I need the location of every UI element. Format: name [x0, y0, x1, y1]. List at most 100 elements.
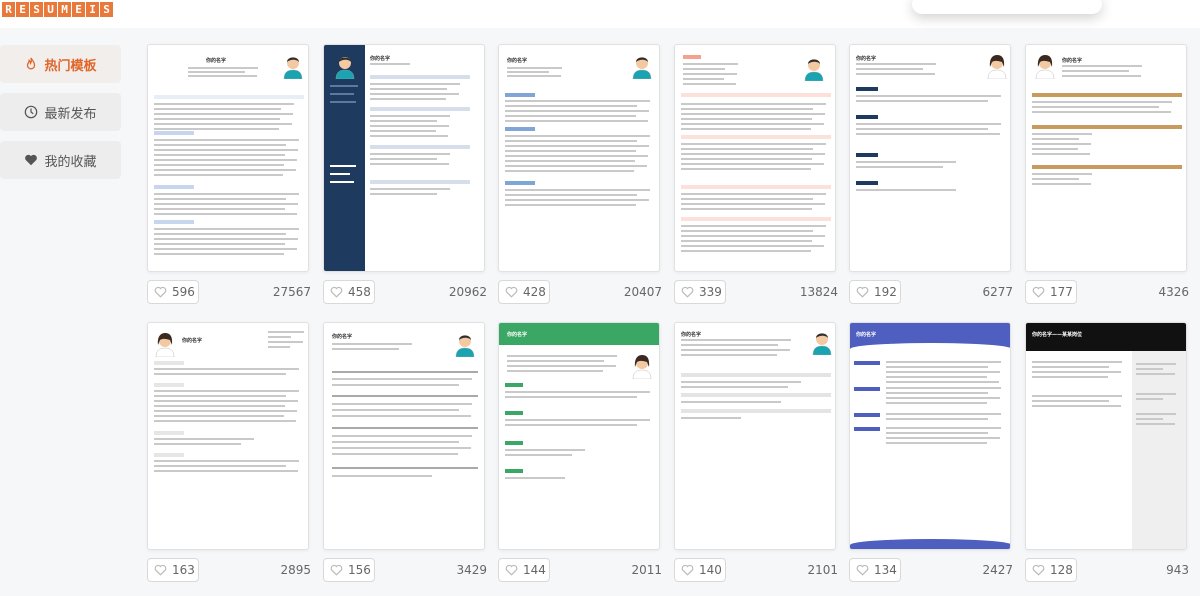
text-line — [507, 71, 549, 73]
text-line — [1032, 153, 1090, 155]
view-count: 2427 — [982, 563, 1013, 577]
template-thumbnail[interactable] — [674, 44, 836, 272]
text-line — [154, 368, 299, 370]
template-thumbnail[interactable]: 你的名字 — [147, 44, 309, 272]
text-line — [1136, 373, 1175, 375]
template-thumbnail[interactable]: 你的名字 — [147, 322, 309, 550]
section-header — [681, 135, 831, 139]
text-line — [681, 103, 826, 105]
text-line — [154, 420, 296, 422]
section-header — [370, 107, 470, 111]
sidebar-item-latest[interactable]: 最新发布 — [0, 93, 121, 131]
text-line — [1136, 363, 1176, 365]
template-thumbnail[interactable]: 你的名字 — [849, 44, 1011, 272]
text-line — [856, 123, 1001, 125]
avatar — [335, 57, 355, 79]
text-line — [505, 155, 648, 157]
like-button[interactable]: 177 — [1025, 280, 1077, 304]
sidebar-item-favorites[interactable]: 我的收藏 — [0, 141, 121, 179]
text-line — [154, 149, 298, 151]
section-header — [505, 441, 523, 445]
text-line — [370, 88, 447, 90]
text-line — [332, 475, 432, 477]
text-line — [505, 140, 637, 142]
like-button[interactable]: 144 — [498, 558, 550, 582]
section-header — [856, 87, 878, 91]
section-header — [854, 427, 880, 431]
text-line — [154, 128, 279, 130]
like-button[interactable]: 428 — [498, 280, 550, 304]
template-title: 你的名字 — [681, 332, 702, 338]
search-box[interactable] — [912, 0, 1102, 14]
like-button[interactable]: 339 — [674, 280, 726, 304]
text-line — [268, 336, 291, 338]
divider — [332, 467, 478, 469]
text-line — [370, 193, 437, 195]
section-header — [154, 131, 194, 135]
like-button[interactable]: 134 — [849, 558, 901, 582]
text-line — [681, 203, 825, 205]
template-thumbnail[interactable]: 你的名字 — [498, 44, 660, 272]
sidebar-item-hot-templates[interactable]: 热门模板 — [0, 45, 121, 83]
text-line — [886, 397, 1000, 399]
text-line — [505, 419, 650, 421]
text-line — [683, 73, 737, 75]
text-line — [370, 83, 460, 85]
section-header — [1032, 165, 1182, 169]
like-button[interactable]: 156 — [323, 558, 375, 582]
template-card: 339 13824 — [674, 44, 838, 304]
heart-outline-icon — [154, 564, 167, 576]
text-line — [683, 68, 725, 70]
text-line — [681, 168, 811, 170]
site-logo[interactable]: R E S U M E I S — [2, 2, 114, 18]
text-line — [681, 193, 826, 195]
template-thumbnail[interactable]: 你的名字——某某岗位 — [1025, 322, 1187, 550]
text-line — [154, 400, 298, 402]
like-button[interactable]: 192 — [849, 280, 901, 304]
text-line — [681, 349, 790, 351]
text-line — [1032, 133, 1092, 135]
text-line — [154, 238, 298, 240]
text-line — [505, 424, 637, 426]
avatar — [1035, 55, 1055, 79]
text-line — [681, 118, 812, 120]
text-line — [154, 390, 299, 392]
template-thumbnail[interactable]: 你的名字 — [849, 322, 1011, 550]
text-line — [886, 376, 987, 378]
like-count: 428 — [523, 285, 546, 299]
text-line — [154, 154, 285, 156]
text-line — [507, 67, 562, 69]
like-button[interactable]: 596 — [147, 280, 199, 304]
text-line — [370, 98, 446, 100]
text-line — [330, 85, 358, 87]
text-line — [188, 75, 257, 77]
like-button[interactable]: 458 — [323, 280, 375, 304]
text-line — [507, 365, 616, 367]
template-thumbnail[interactable]: 你的名字 — [323, 44, 485, 272]
text-line — [856, 73, 935, 75]
text-line — [681, 230, 813, 232]
section-header — [505, 411, 523, 415]
text-line — [332, 447, 471, 449]
like-button[interactable]: 163 — [147, 558, 199, 582]
text-line — [332, 435, 472, 437]
template-thumbnail[interactable]: 你的名字 — [323, 322, 485, 550]
grey-column — [1132, 351, 1186, 549]
text-line — [370, 153, 450, 155]
text-line — [1032, 183, 1091, 185]
like-button[interactable]: 128 — [1025, 558, 1077, 582]
text-line — [268, 341, 303, 343]
text-line — [1032, 366, 1109, 368]
view-count: 3429 — [456, 563, 487, 577]
logo-letter: I — [86, 2, 99, 17]
template-thumbnail[interactable]: 你的名字 — [498, 322, 660, 550]
text-line — [154, 123, 292, 125]
navy-column — [324, 45, 365, 271]
text-line — [886, 402, 987, 404]
like-button[interactable]: 140 — [674, 558, 726, 582]
template-title: 你的名字 — [332, 334, 353, 340]
text-line — [188, 67, 258, 69]
template-thumbnail[interactable]: 你的名字 — [1025, 44, 1187, 272]
text-line — [1032, 111, 1171, 113]
template-thumbnail[interactable]: 你的名字 — [674, 322, 836, 550]
